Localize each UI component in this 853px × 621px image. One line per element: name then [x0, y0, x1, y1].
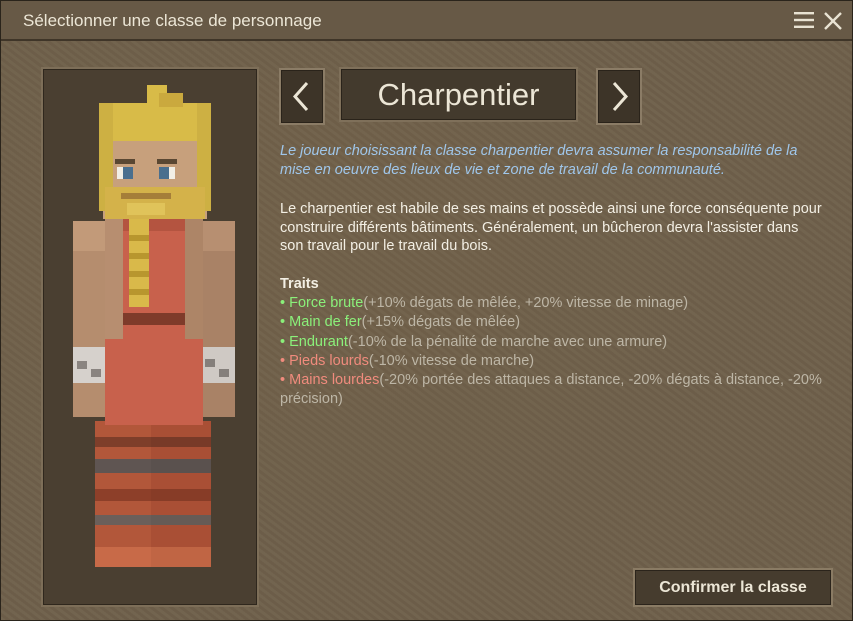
trait-item: • Endurant(-10% de la pénalité de marche… — [280, 333, 825, 352]
trait-item: • Main de fer(+15% dégats de mêlée) — [280, 313, 825, 332]
chevron-left-icon — [292, 82, 309, 111]
trait-effect: (-10% vitesse de marche) — [368, 352, 535, 369]
trait-item: • Pieds lourds(-10% vitesse de marche) — [280, 352, 825, 371]
chevron-right-icon — [612, 82, 629, 111]
trait-effect: (+10% dégats de mêlée, +20% vitesse de m… — [363, 295, 689, 312]
class-selection-window: Sélectionner une classe de personnage Ch… — [0, 0, 853, 621]
trait-effect: (+15% dégats de mêlée) — [361, 314, 521, 331]
previous-class-button[interactable] — [279, 68, 325, 125]
title-bar: Sélectionner une classe de personnage — [1, 1, 852, 41]
trait-bullet: • — [280, 314, 286, 331]
trait-bullet: • — [280, 333, 286, 350]
trait-name: Mains lourdes — [289, 372, 380, 389]
trait-item: • Mains lourdes(-20% portée des attaques… — [280, 371, 825, 409]
confirm-class-button[interactable]: Confirmer la classe — [633, 568, 833, 607]
character-portrait-panel — [41, 67, 259, 607]
trait-name: Force brute — [289, 295, 364, 312]
class-flavor-text: Le joueur choisissant la classe charpent… — [280, 143, 798, 178]
trait-bullet: • — [280, 372, 286, 389]
character-model-image — [73, 85, 235, 567]
trait-item: • Force brute(+10% dégats de mêlée, +20%… — [280, 294, 825, 313]
trait-name: Main de fer — [289, 314, 362, 331]
next-class-button[interactable] — [596, 68, 642, 125]
trait-name: Pieds lourds — [289, 352, 369, 369]
window-title: Sélectionner une classe de personnage — [23, 11, 322, 30]
close-icon[interactable] — [823, 11, 843, 31]
class-name-display: Charpentier — [339, 67, 578, 122]
traits-heading: Traits — [280, 276, 319, 292]
traits-section: Traits • Force brute(+10% dégats de mêlé… — [280, 275, 825, 409]
hamburger-menu-icon[interactable] — [794, 11, 814, 29]
trait-bullet: • — [280, 295, 286, 312]
trait-name: Endurant — [289, 333, 348, 350]
class-description: Le charpentier est habile de ses mains e… — [280, 201, 822, 254]
trait-bullet: • — [280, 352, 286, 369]
trait-effect: (-10% de la pénalité de marche avec une … — [347, 333, 668, 350]
